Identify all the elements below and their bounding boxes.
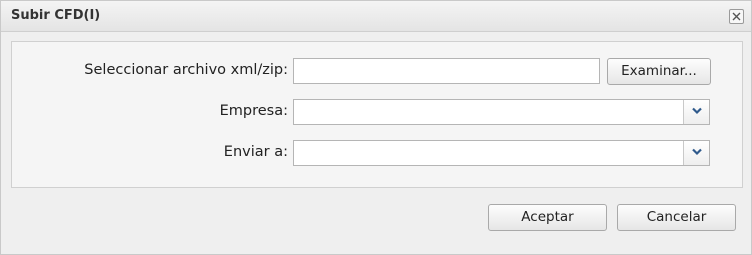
accept-button[interactable]: Aceptar bbox=[488, 204, 607, 231]
chevron-down-icon bbox=[692, 148, 702, 156]
enviar-input[interactable] bbox=[294, 141, 683, 165]
file-label: Seleccionar archivo xml/zip: bbox=[84, 62, 288, 78]
enviar-label: Enviar a: bbox=[223, 144, 288, 160]
chevron-down-icon bbox=[692, 107, 702, 115]
upload-dialog: Subir CFD(I) Seleccionar archivo xml/zip… bbox=[0, 0, 752, 255]
empresa-label: Empresa: bbox=[219, 103, 288, 119]
close-button[interactable] bbox=[729, 9, 744, 24]
enviar-select[interactable] bbox=[293, 140, 710, 166]
browse-button[interactable]: Examinar... bbox=[607, 58, 711, 85]
empresa-select[interactable] bbox=[293, 99, 710, 125]
dialog-titlebar[interactable]: Subir CFD(I) bbox=[1, 1, 751, 32]
close-icon bbox=[732, 12, 741, 21]
enviar-dropdown-button[interactable] bbox=[683, 141, 709, 165]
empresa-input[interactable] bbox=[294, 100, 683, 124]
cancel-button[interactable]: Cancelar bbox=[617, 204, 736, 231]
file-path-input[interactable] bbox=[293, 58, 600, 84]
dialog-title: Subir CFD(I) bbox=[11, 8, 101, 23]
form-panel: Seleccionar archivo xml/zip: Examinar...… bbox=[11, 41, 743, 188]
empresa-dropdown-button[interactable] bbox=[683, 100, 709, 124]
